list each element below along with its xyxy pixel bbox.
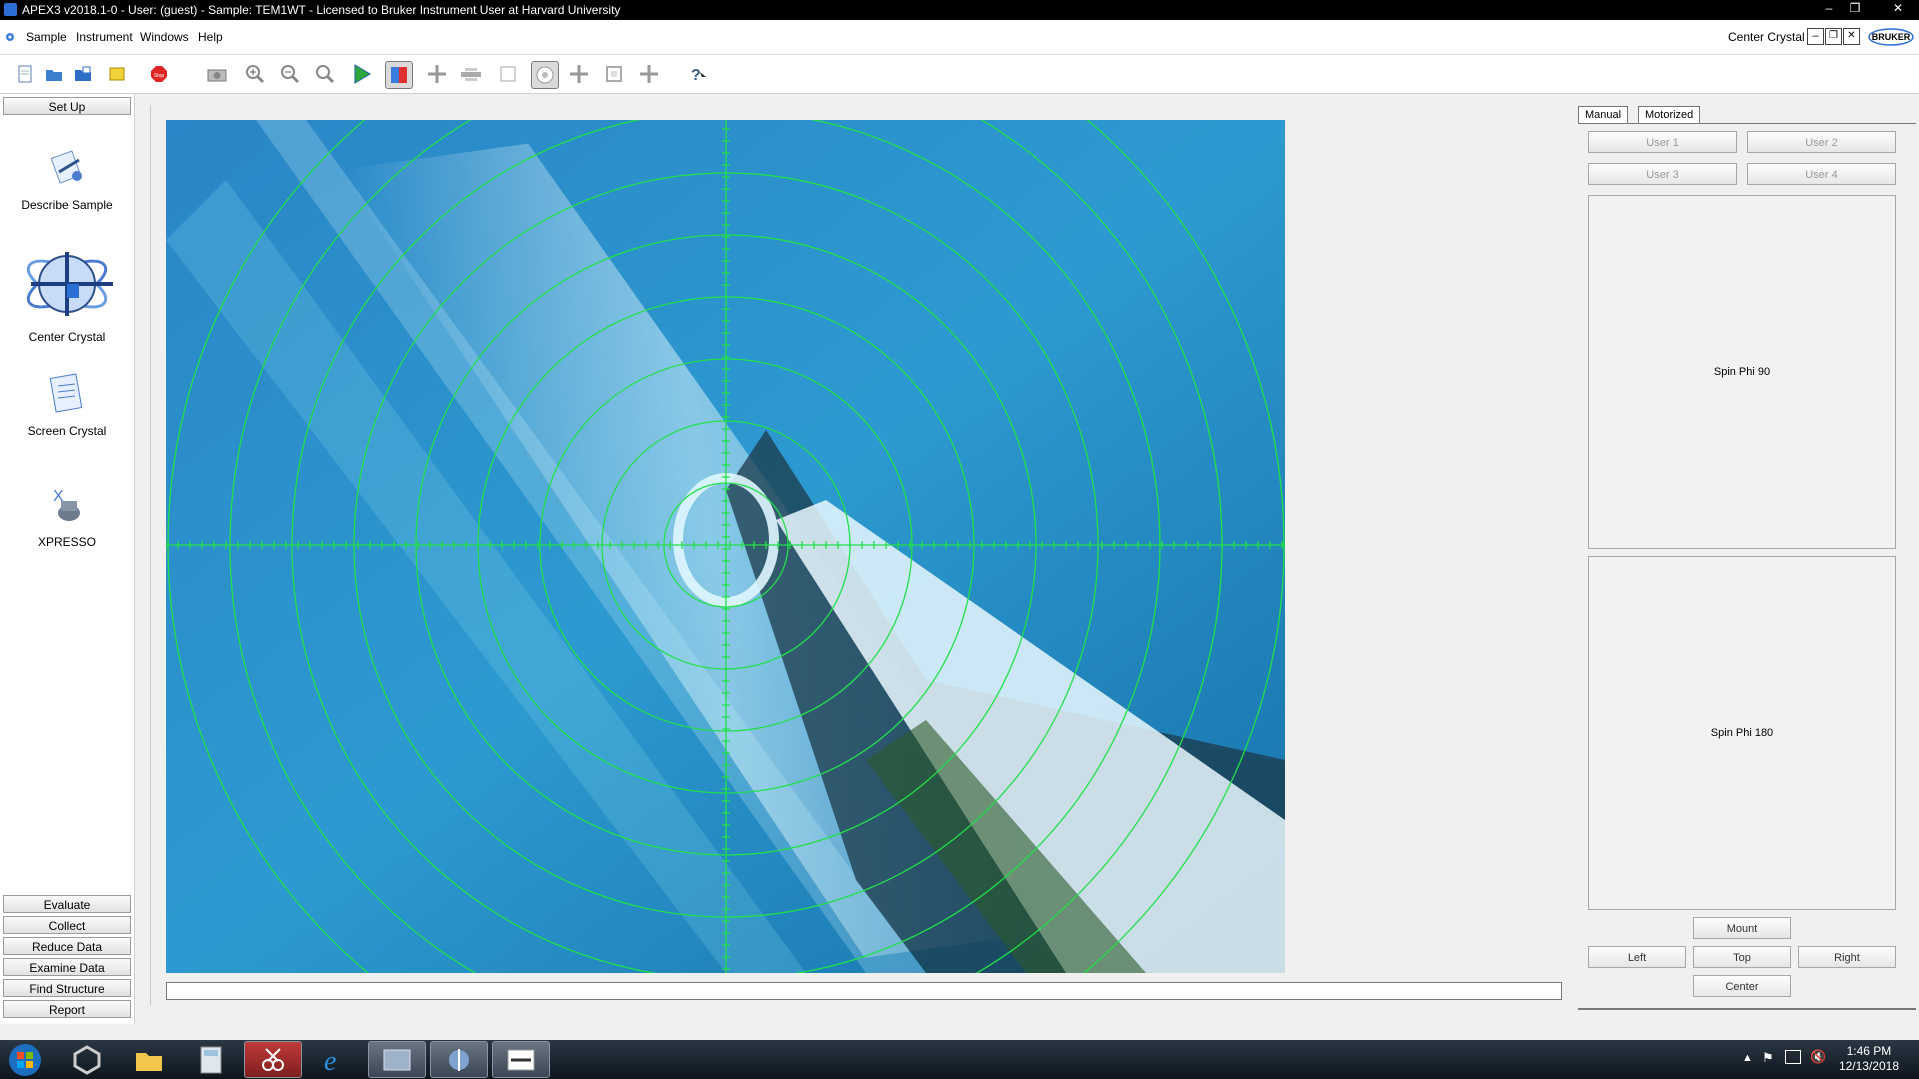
user-1-button[interactable]: User 1 [1588,131,1737,153]
find-structure-button[interactable]: Find Structure [3,979,131,997]
center-button[interactable]: Center [1693,975,1791,997]
camera-icon[interactable] [204,61,230,87]
minimize-button[interactable]: – [1816,0,1842,18]
snipping-tool-icon[interactable] [244,1041,302,1078]
color-toggle-icon[interactable] [385,61,413,89]
screen-crystal-icon [39,368,95,420]
xpresso-item[interactable]: X XPRESSO [3,479,131,549]
left-sidebar: Set Up Describe Sample Center Crystal Sc… [0,94,135,1024]
mount-button[interactable]: Mount [1693,917,1791,939]
measurement-server-icon[interactable] [492,1041,550,1078]
toolbar: Stop ? [0,55,1919,94]
tab-motorized[interactable]: Motorized [1638,106,1701,123]
network-icon[interactable] [1785,1050,1801,1064]
child-minimize-button[interactable]: – [1807,28,1824,45]
open-folder-icon[interactable] [41,61,67,87]
taskbar: e ▲ ⚑ 🔇 1:46 PM 12/13/2018 [0,1040,1919,1079]
rectangle-icon[interactable] [601,61,627,87]
current-task-label: Center Crystal [1728,30,1805,44]
user-3-button[interactable]: User 3 [1588,163,1737,185]
apex-menu-icon[interactable] [4,31,16,43]
new-document-icon[interactable] [12,61,38,87]
describe-sample-item[interactable]: Describe Sample [3,142,131,212]
svg-text:Stop: Stop [154,73,165,79]
child-close-button[interactable]: ✕ [1843,28,1860,45]
describe-sample-label: Describe Sample [21,198,113,212]
calculator-icon[interactable] [182,1041,240,1078]
svg-text:?: ? [691,67,701,84]
center-crystal-taskbar-icon[interactable] [430,1041,488,1078]
user-4-button[interactable]: User 4 [1747,163,1896,185]
menu-windows[interactable]: Windows [140,30,189,44]
apex-taskbar-icon[interactable] [368,1041,426,1078]
close-button[interactable]: ✕ [1880,0,1916,18]
spin-phi-90-button[interactable]: Spin Phi 90 [1588,195,1896,549]
tray-expand-icon[interactable]: ▲ [1742,1052,1753,1064]
play-icon[interactable] [349,61,375,87]
bruker-logo: BRUKER [1866,26,1916,48]
clock-time: 1:46 PM [1846,1044,1892,1058]
collect-button[interactable]: Collect [3,916,131,934]
xpresso-label: XPRESSO [37,535,97,549]
center-crystal-item[interactable]: Center Crystal [3,244,131,344]
menu-sample[interactable]: Sample [26,30,67,44]
svg-text:e: e [324,1046,336,1075]
top-button[interactable]: Top [1693,946,1791,968]
square-icon[interactable] [495,61,521,87]
screen-crystal-label: Screen Crystal [27,424,107,438]
describe-sample-icon [39,142,95,194]
crosshair-icon[interactable] [636,61,662,87]
internet-explorer-icon[interactable]: e [306,1041,364,1078]
zoom-out-icon[interactable] [277,61,303,87]
window-title: APEX3 v2018.1-0 - User: (guest) - Sample… [22,3,621,17]
right-panel: Manual Motorized User 1 User 2 User 3 Us… [1578,105,1916,1010]
center-crystal-icon [17,244,117,326]
center-crystal-label: Center Crystal [28,330,106,344]
user-2-button[interactable]: User 2 [1747,131,1896,153]
volume-icon[interactable]: 🔇 [1810,1049,1826,1065]
stop-icon[interactable]: Stop [146,61,172,87]
explorer-icon[interactable] [120,1041,178,1078]
restore-button[interactable]: ❐ [1842,0,1868,18]
help-icon[interactable]: ? [685,61,711,87]
svg-text:BRUKER: BRUKER [1872,32,1911,42]
xpresso-icon: X [39,479,95,531]
reduce-data-button[interactable]: Reduce Data [3,937,131,955]
taskbar-app-icon[interactable] [58,1041,116,1078]
window-title-bar: APEX3 v2018.1-0 - User: (guest) - Sample… [0,0,1919,20]
evaluate-button[interactable]: Evaluate [3,895,131,913]
clock[interactable]: 1:46 PM 12/13/2018 [1839,1044,1899,1074]
start-button[interactable] [0,1041,50,1078]
menu-instrument[interactable]: Instrument [76,30,133,44]
crosshair-icon[interactable] [566,61,592,87]
child-restore-button[interactable]: ❐ [1825,28,1842,45]
examine-data-button[interactable]: Examine Data [3,958,131,976]
spin-phi-180-button[interactable]: Spin Phi 180 [1588,556,1896,910]
crosshair-icon[interactable] [424,61,450,87]
camera-view[interactable] [166,120,1285,973]
zoom-in-icon[interactable] [242,61,268,87]
minus-icon[interactable] [458,61,484,87]
setup-button[interactable]: Set Up [3,97,131,115]
action-center-flag-icon[interactable]: ⚑ [1762,1050,1774,1066]
screen-crystal-item[interactable]: Screen Crystal [3,368,131,438]
save-icon[interactable] [70,61,96,87]
status-strip [166,982,1562,1000]
right-button[interactable]: Right [1798,946,1896,968]
camera-image [166,120,1285,973]
report-button[interactable]: Report [3,1000,131,1018]
clock-date: 12/13/2018 [1838,1059,1899,1073]
zoom-reset-icon[interactable] [312,61,338,87]
note-icon[interactable] [104,61,130,87]
spin-phi-90-label: Spin Phi 90 [1713,366,1771,378]
left-button[interactable]: Left [1588,946,1686,968]
target-circle-icon[interactable] [531,61,559,89]
spin-phi-180-label: Spin Phi 180 [1710,727,1774,739]
main-area-divider [150,105,151,1005]
menu-help[interactable]: Help [198,30,223,44]
app-icon [4,3,17,16]
tab-manual[interactable]: Manual [1578,106,1629,123]
menubar: Sample Instrument Windows Help Center Cr… [0,20,1919,55]
